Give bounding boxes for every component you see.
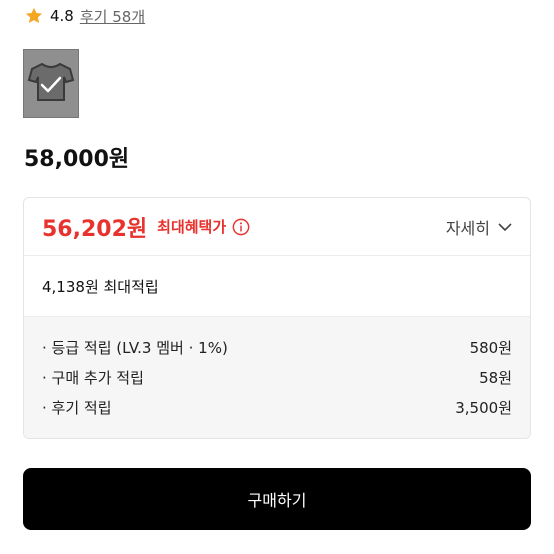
points-summary: 4,138원 최대적립 bbox=[24, 256, 530, 317]
tshirt-with-check-icon bbox=[27, 62, 75, 101]
max-benefit-row: 56,202원 최대혜택가 자세히 bbox=[24, 198, 530, 256]
breakdown-row: · 구매 추가 적립 58원 bbox=[42, 363, 512, 393]
breakdown-value: 3,500원 bbox=[455, 399, 512, 417]
star-icon bbox=[25, 7, 43, 23]
chevron-down-icon bbox=[498, 222, 512, 231]
max-benefit-label: 최대혜택가 bbox=[157, 218, 227, 236]
points-breakdown: · 등급 적립 (LV.3 멤버 · 1%) 580원 · 구매 추가 적립 5… bbox=[24, 317, 530, 438]
breakdown-label: · 후기 적립 bbox=[42, 399, 112, 417]
benefit-box: 56,202원 최대혜택가 자세히 4,138원 최대적립 · 등급 적립 (L… bbox=[23, 197, 531, 439]
product-thumbnail[interactable] bbox=[23, 49, 79, 118]
review-count-link[interactable]: 후기 58개 bbox=[80, 6, 145, 27]
breakdown-value: 580원 bbox=[469, 339, 512, 357]
buy-button[interactable]: 구매하기 bbox=[23, 468, 531, 530]
breakdown-label: · 구매 추가 적립 bbox=[42, 369, 144, 387]
rating-summary: 4.8 후기 58개 bbox=[24, 4, 145, 28]
product-price: 58,000원 bbox=[24, 147, 130, 172]
detail-label: 자세히 bbox=[445, 218, 490, 238]
breakdown-row: · 후기 적립 3,500원 bbox=[42, 393, 512, 423]
breakdown-label: · 등급 적립 (LV.3 멤버 · 1%) bbox=[42, 339, 228, 357]
rating-value: 4.8 bbox=[50, 7, 74, 25]
max-benefit-price: 56,202원 bbox=[42, 216, 148, 242]
breakdown-value: 58원 bbox=[479, 369, 512, 387]
breakdown-row: · 등급 적립 (LV.3 멤버 · 1%) 580원 bbox=[42, 333, 512, 363]
info-icon[interactable] bbox=[232, 218, 250, 236]
detail-toggle[interactable]: 자세히 bbox=[446, 215, 512, 239]
